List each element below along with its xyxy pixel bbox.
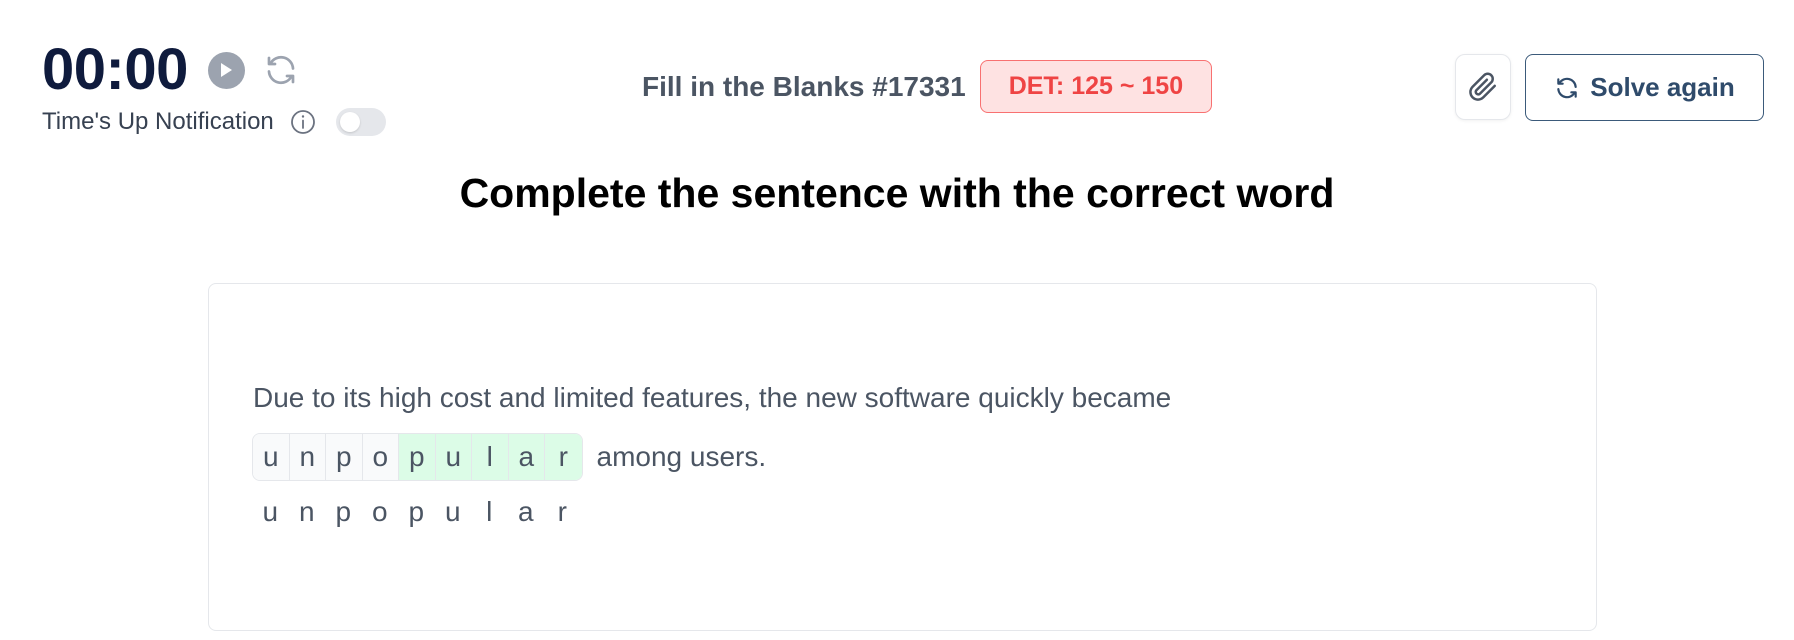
solution-letter: p: [408, 496, 425, 527]
attach-button[interactable]: [1455, 54, 1511, 120]
play-icon: [221, 63, 233, 77]
letter-box: n: [289, 434, 326, 480]
notification-toggle[interactable]: [335, 108, 386, 136]
task-header: Fill in the Blanks #17331 DET: 125 ~ 150: [642, 60, 1213, 113]
play-button[interactable]: [207, 51, 245, 89]
letter-box[interactable]: p: [399, 434, 436, 480]
toggle-knob: [339, 112, 360, 132]
sentence-text: Due to its high cost and limited feature…: [253, 382, 1172, 413]
solution-letter: r: [557, 496, 567, 527]
sentence-end-text: among users.: [596, 441, 767, 472]
task-title: Fill in the Blanks #17331: [642, 70, 966, 102]
solution-letter: a: [517, 496, 534, 527]
solution-letter: o: [371, 496, 388, 527]
refresh-icon: [1557, 77, 1577, 98]
solution-letter: p: [335, 496, 352, 527]
solution-letter: u: [262, 496, 279, 527]
solution-letter: u: [444, 496, 461, 527]
letter-box: o: [362, 434, 399, 480]
info-icon[interactable]: [290, 109, 316, 135]
reset-timer-button[interactable]: [261, 50, 301, 90]
notification-row: Time's Up Notification: [42, 108, 386, 136]
letter-box[interactable]: u: [435, 434, 472, 480]
timer-row: 00:00: [42, 38, 386, 102]
letter-box: u: [253, 434, 290, 480]
solution-letter: l: [486, 496, 493, 527]
letter-box[interactable]: l: [472, 434, 509, 480]
letter-box[interactable]: r: [545, 434, 582, 480]
letter-box[interactable]: a: [508, 434, 545, 480]
refresh-icon: [267, 56, 295, 84]
timer-display: 00:00: [42, 37, 188, 102]
exercise-card: Due to its high cost and limited feature…: [208, 283, 1597, 631]
page-heading: Complete the sentence with the correct w…: [459, 170, 1335, 216]
paperclip-icon: [1469, 72, 1496, 101]
solve-again-button[interactable]: Solve again: [1525, 54, 1764, 121]
answer-input-group[interactable]: unpopular: [252, 433, 583, 481]
solve-again-label: Solve again: [1590, 72, 1735, 102]
solution-row: unpopular: [252, 496, 581, 528]
solution-letter: n: [298, 496, 315, 527]
letter-box: p: [326, 434, 363, 480]
answer-row: unpopular among users.: [252, 433, 766, 481]
timer-panel: 00:00 Time's Up Notification: [42, 38, 386, 136]
det-score-badge: DET: 125 ~ 150: [979, 60, 1213, 113]
notification-label: Time's Up Notification: [42, 108, 274, 135]
